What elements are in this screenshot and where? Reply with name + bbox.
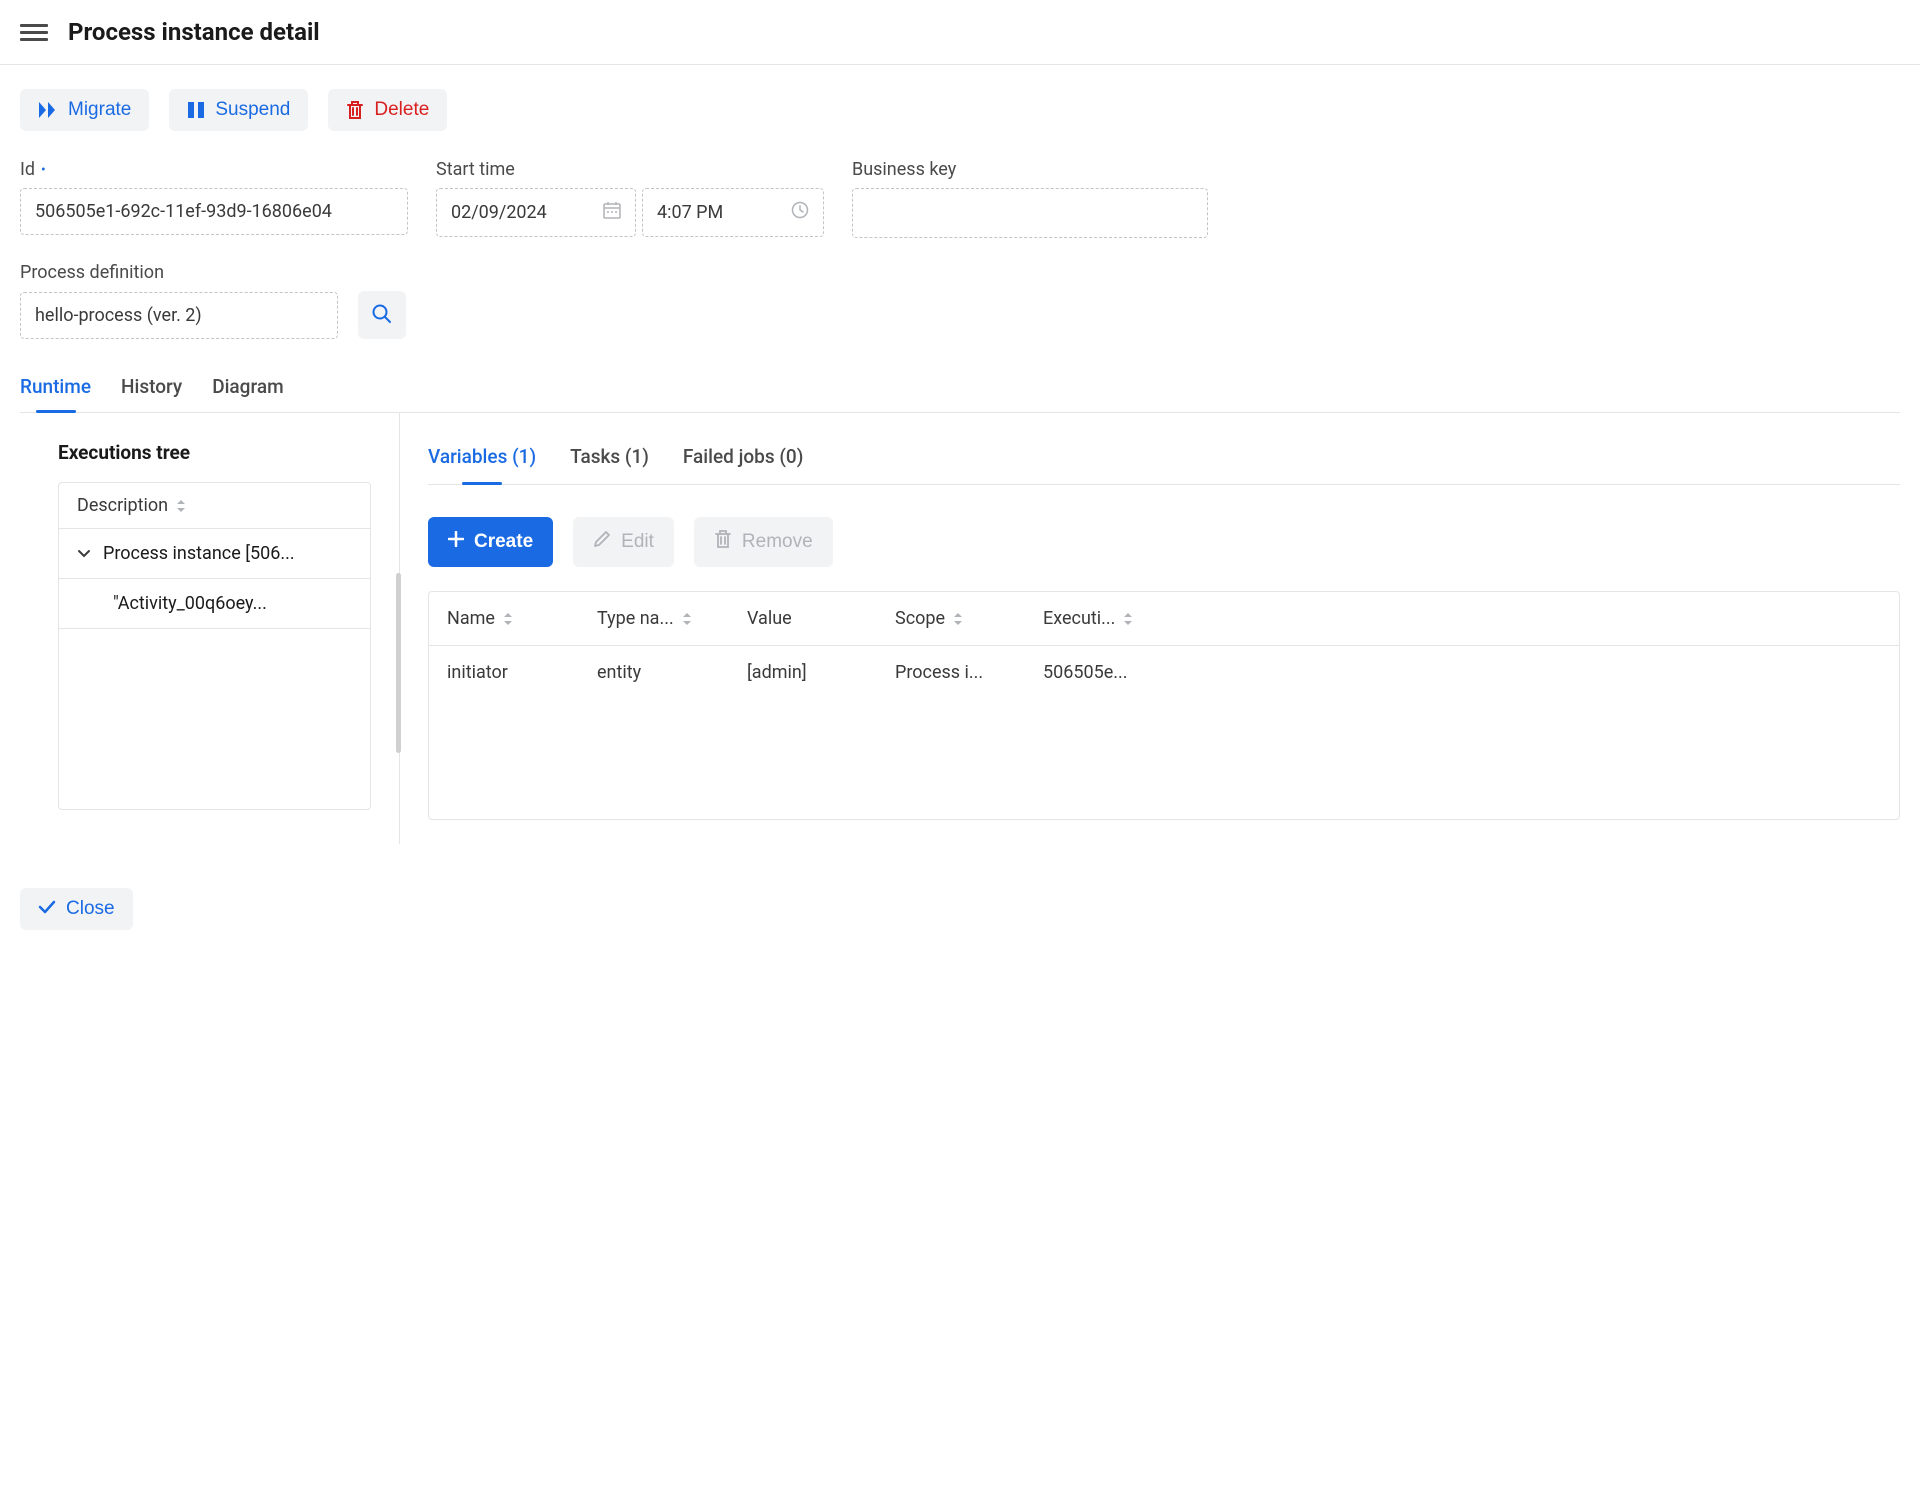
runtime-panel: Executions tree Description Process inst… <box>20 413 1900 844</box>
tab-diagram[interactable]: Diagram <box>212 363 283 412</box>
tree-row-activity[interactable]: "Activity_00q6oey... <box>59 579 370 629</box>
id-input[interactable]: 506505e1-692c-11ef-93d9-16806e04 <box>20 188 408 235</box>
variables-table-header: Name Type na... Value Scope <box>429 592 1899 646</box>
sort-icon <box>1123 613 1133 625</box>
tree-empty-space <box>59 629 370 809</box>
trash-icon <box>346 100 364 120</box>
close-button[interactable]: Close <box>20 888 133 930</box>
column-header-name[interactable]: Name <box>429 608 579 629</box>
plus-icon <box>448 531 464 553</box>
migrate-label: Migrate <box>68 99 131 121</box>
sort-icon <box>682 613 692 625</box>
forward-icon <box>38 101 58 119</box>
process-definition-input[interactable]: hello-process (ver. 2) <box>20 292 338 339</box>
start-date-input[interactable]: 02/09/2024 <box>436 188 636 237</box>
edit-variable-button: Edit <box>573 517 674 567</box>
suspend-label: Suspend <box>215 99 290 121</box>
main-tabs: Runtime History Diagram <box>20 363 1900 413</box>
page-title: Process instance detail <box>68 18 320 46</box>
sort-icon <box>953 613 963 625</box>
executions-tree-panel: Executions tree Description Process inst… <box>20 413 400 844</box>
process-definition-lookup-button[interactable] <box>358 291 406 339</box>
sub-tab-tasks[interactable]: Tasks (1) <box>570 437 649 484</box>
hamburger-menu-icon[interactable] <box>20 18 48 46</box>
delete-button[interactable]: Delete <box>328 89 447 131</box>
id-label: Id • <box>20 159 408 180</box>
business-key-label: Business key <box>852 159 1208 180</box>
action-bar: Migrate Suspend Delete <box>20 89 1900 131</box>
migrate-button[interactable]: Migrate <box>20 89 149 131</box>
executions-tree-header[interactable]: Description <box>59 483 370 529</box>
search-icon <box>371 303 393 328</box>
check-icon <box>38 898 56 920</box>
column-header-value[interactable]: Value <box>729 608 877 629</box>
column-header-execution[interactable]: Executi... <box>1025 608 1175 629</box>
pencil-icon <box>593 530 611 554</box>
suspend-button[interactable]: Suspend <box>169 89 308 131</box>
tree-row-process-instance[interactable]: Process instance [506... <box>59 529 370 579</box>
sub-tab-failed-jobs[interactable]: Failed jobs (0) <box>683 437 803 484</box>
variable-actions: Create Edit Remove <box>428 485 1900 591</box>
start-time-field-group: Start time 02/09/2024 4:07 PM <box>436 159 824 238</box>
pause-icon <box>187 101 205 119</box>
business-key-input[interactable] <box>852 188 1208 238</box>
executions-tree-table: Description Process instance [506... "Ac… <box>58 482 371 810</box>
process-definition-label: Process definition <box>20 262 406 283</box>
form-row-2: Process definition hello-process (ver. 2… <box>20 262 1900 339</box>
calendar-icon <box>603 201 621 224</box>
sub-tabs: Variables (1) Tasks (1) Failed jobs (0) <box>428 437 1900 485</box>
chevron-down-icon <box>77 543 91 564</box>
sort-icon <box>176 500 186 512</box>
main-content: Migrate Suspend Delete Id • 506505e1-692… <box>0 65 1920 868</box>
create-variable-button[interactable]: Create <box>428 517 553 567</box>
process-definition-field-group: Process definition hello-process (ver. 2… <box>20 262 406 339</box>
executions-tree-title: Executions tree <box>58 441 371 464</box>
start-time-input[interactable]: 4:07 PM <box>642 188 824 237</box>
column-header-type[interactable]: Type na... <box>579 608 729 629</box>
id-field-group: Id • 506505e1-692c-11ef-93d9-16806e04 <box>20 159 408 238</box>
tab-runtime[interactable]: Runtime <box>20 363 91 412</box>
tab-history[interactable]: History <box>121 363 182 412</box>
form-row-1: Id • 506505e1-692c-11ef-93d9-16806e04 St… <box>20 159 1900 238</box>
column-header-scope[interactable]: Scope <box>877 608 1025 629</box>
page-footer: Close <box>0 868 1920 950</box>
trash-icon <box>714 529 732 555</box>
remove-variable-button: Remove <box>694 517 833 567</box>
page-header: Process instance detail <box>0 0 1920 65</box>
variables-table: Name Type na... Value Scope <box>428 591 1900 820</box>
delete-label: Delete <box>374 99 429 121</box>
clock-icon <box>791 201 809 224</box>
start-time-label: Start time <box>436 159 824 180</box>
sort-icon <box>503 613 513 625</box>
sub-tab-variables[interactable]: Variables (1) <box>428 437 536 484</box>
business-key-field-group: Business key <box>852 159 1208 238</box>
variables-panel: Variables (1) Tasks (1) Failed jobs (0) … <box>400 413 1900 844</box>
table-empty-space <box>429 699 1899 819</box>
table-row[interactable]: initiator entity [admin] Process i... 50… <box>429 646 1899 699</box>
required-dot-icon: • <box>41 162 46 178</box>
